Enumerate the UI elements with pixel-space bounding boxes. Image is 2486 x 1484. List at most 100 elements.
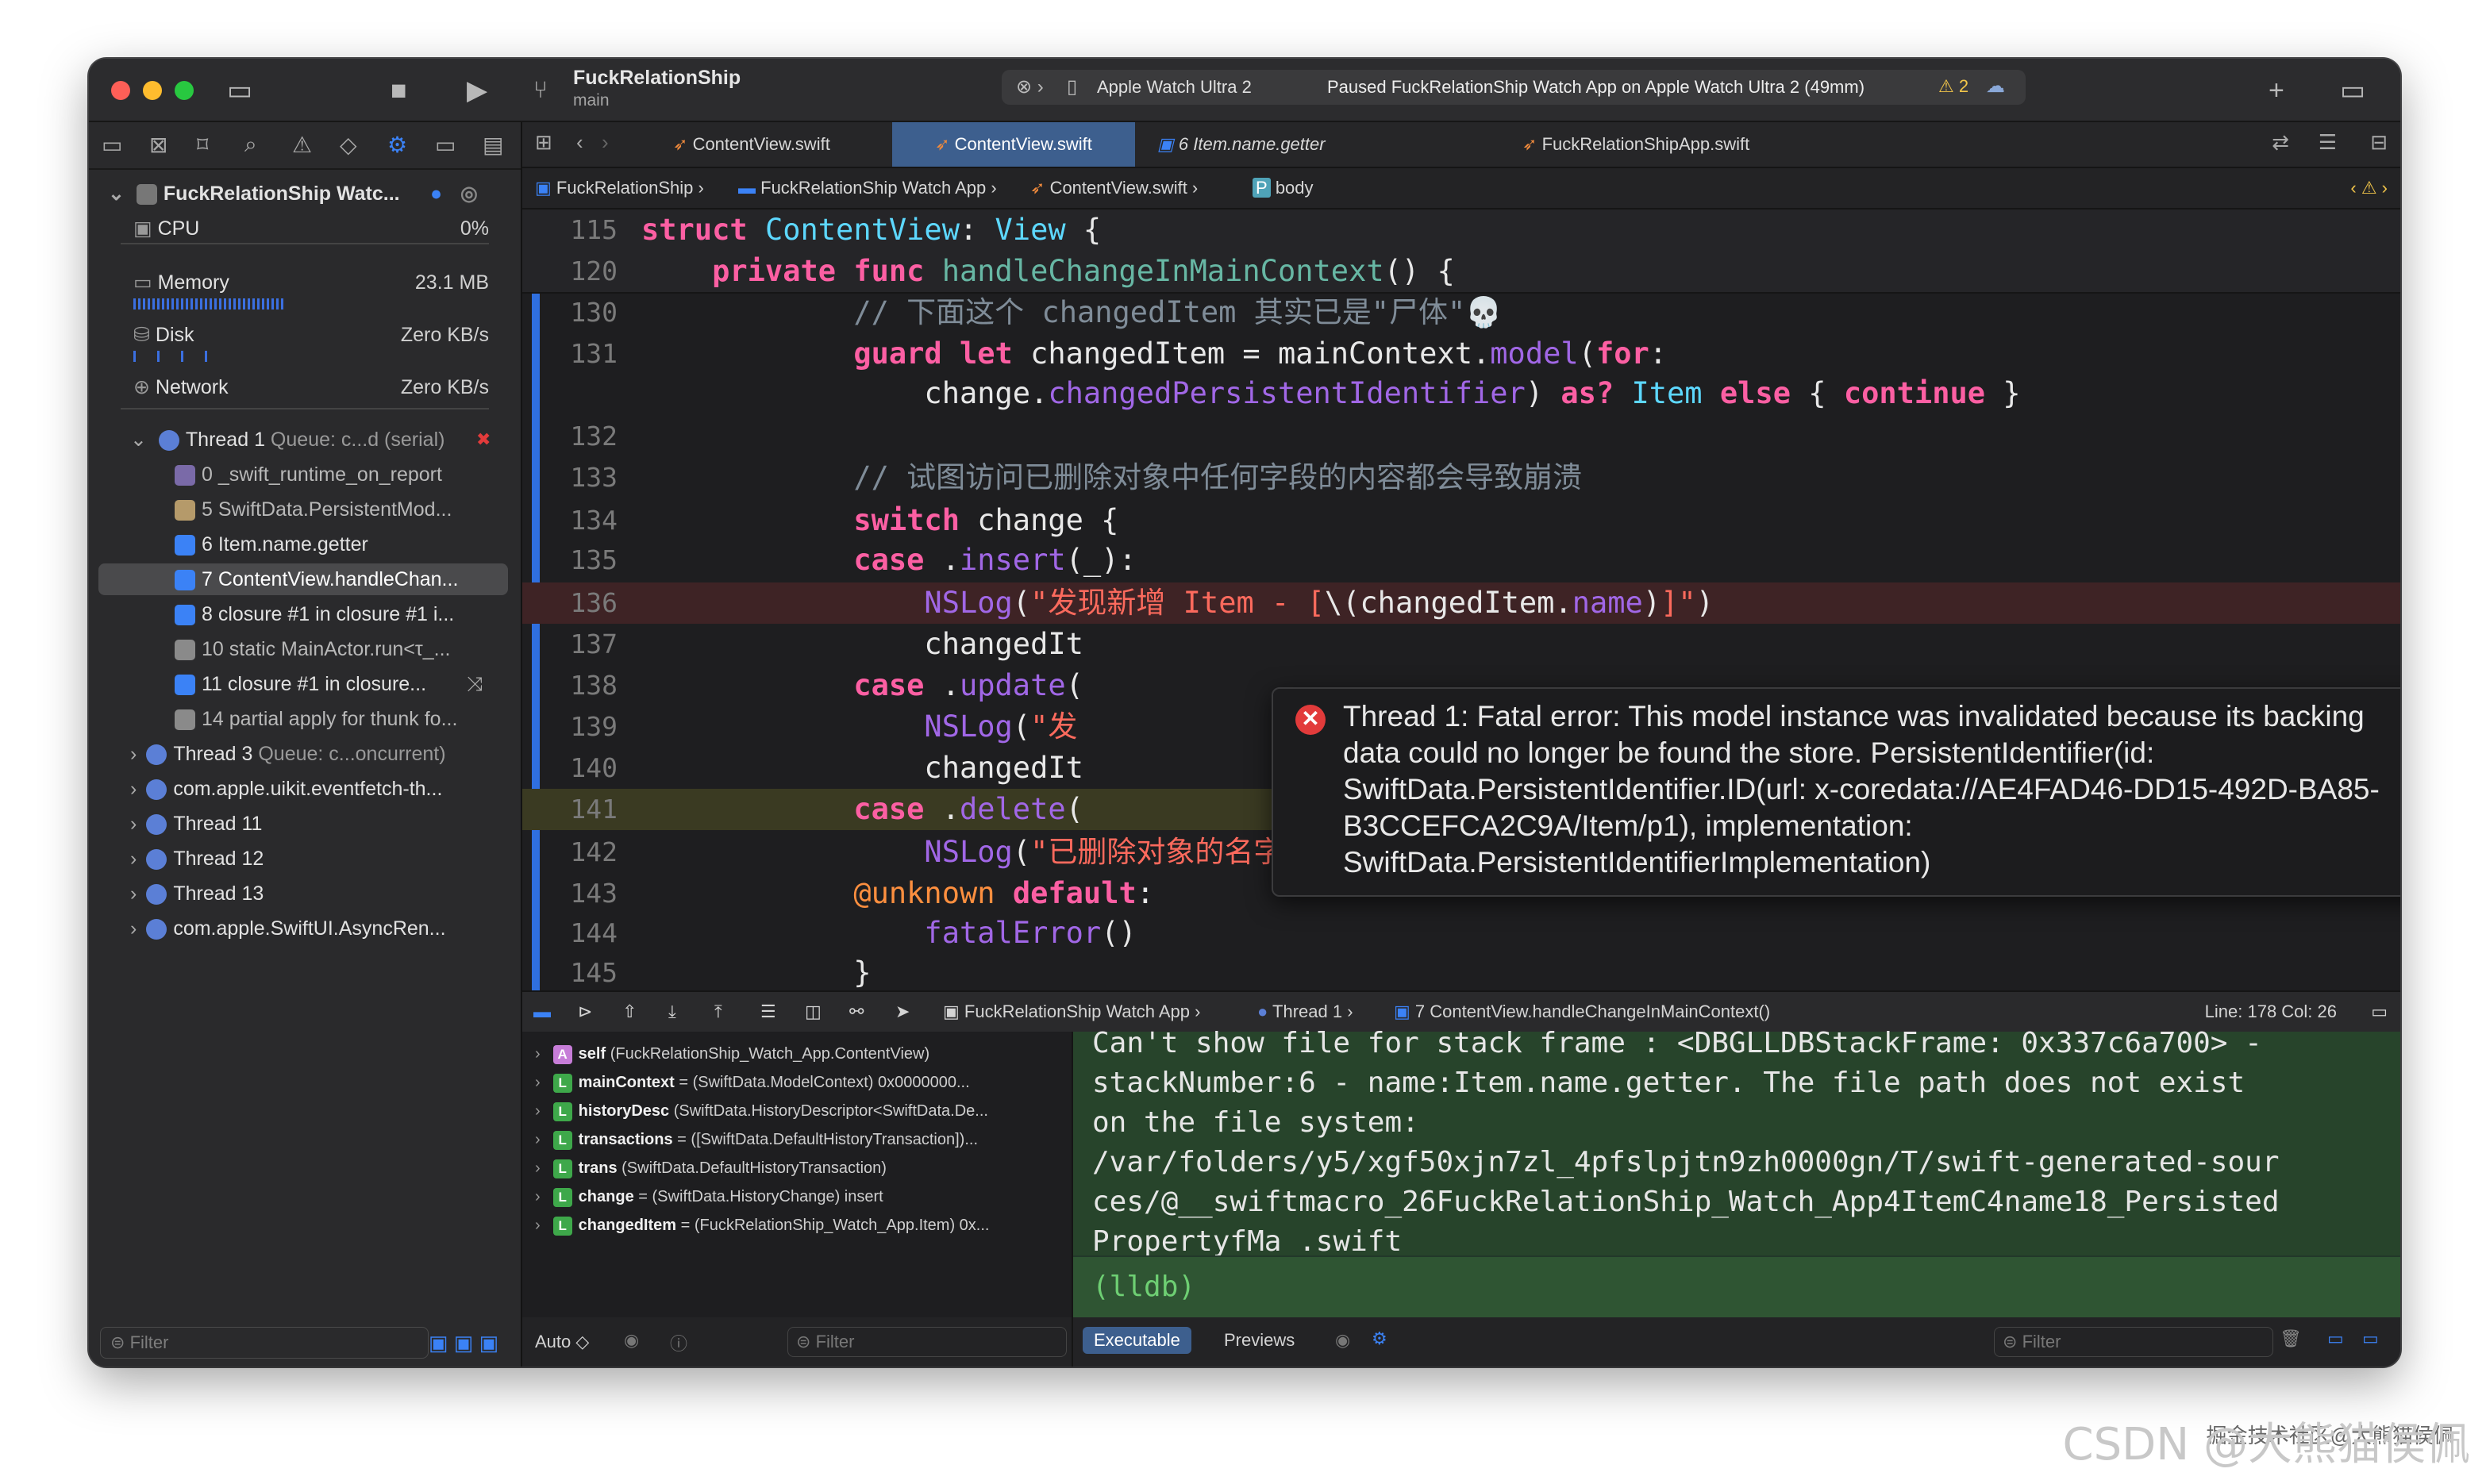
disclosure-icon[interactable]: › bbox=[130, 743, 137, 765]
frame-row-selected[interactable]: 7 ContentView.handleChan... bbox=[98, 563, 508, 595]
frame-row[interactable]: 14 partial apply for thunk fo... bbox=[89, 703, 521, 735]
disclosure-icon[interactable]: ⌄ bbox=[108, 183, 125, 205]
variable-row[interactable]: › Lchange = (SwiftData.HistoryChange) ins… bbox=[535, 1182, 883, 1211]
continue-icon[interactable]: ⇧ bbox=[622, 992, 637, 1032]
disclosure-icon[interactable]: › bbox=[535, 1131, 541, 1148]
minimize-window-button[interactable] bbox=[143, 81, 162, 100]
view-hierarchy-icon[interactable]: ◫ bbox=[805, 992, 822, 1032]
thread-row[interactable]: › com.apple.uikit.eventfetch-th... bbox=[89, 773, 521, 805]
thread-row[interactable]: › Thread 11 bbox=[89, 808, 521, 840]
stop-icon[interactable]: ■ bbox=[391, 75, 407, 106]
tab-previews[interactable]: Previews bbox=[1224, 1330, 1295, 1351]
thread-row[interactable]: › Thread 12 bbox=[89, 843, 521, 875]
thread-row[interactable]: › Thread 3 Queue: c...oncurrent) bbox=[89, 738, 521, 770]
fatal-error-popover[interactable]: ✕ Thread 1: Fatal error: This model inst… bbox=[1272, 687, 2400, 897]
test-icon[interactable]: ◇ bbox=[340, 132, 357, 158]
frame-row[interactable]: 8 closure #1 in closure #1 i... bbox=[89, 598, 521, 630]
thread-row[interactable]: › com.apple.SwiftUI.AsyncRen... bbox=[89, 913, 521, 944]
eye-icon[interactable]: ◉ bbox=[1335, 1330, 1350, 1351]
show-console-icon[interactable]: ▭ bbox=[2362, 1328, 2379, 1349]
sidebar-toggle-icon[interactable]: ▭ bbox=[227, 75, 252, 106]
back-icon[interactable]: ‹ bbox=[576, 130, 583, 155]
info-icon[interactable]: ⓘ bbox=[670, 1330, 687, 1355]
eye-icon[interactable]: ◉ bbox=[624, 1330, 639, 1351]
folder-icon[interactable]: ▭ bbox=[102, 132, 122, 158]
report-icon[interactable]: ▤ bbox=[483, 132, 503, 158]
grid-icon[interactable]: ⊞ bbox=[535, 130, 552, 155]
disclosure-icon[interactable]: ⌄ bbox=[130, 429, 147, 451]
lldb-prompt[interactable]: (lldb) bbox=[1073, 1255, 2400, 1319]
jump-project[interactable]: ▣ FuckRelationShip › bbox=[535, 168, 704, 208]
forward-icon[interactable]: › bbox=[602, 130, 609, 155]
filter-options-icon[interactable]: ▣ ▣ ▣ bbox=[429, 1331, 498, 1355]
close-window-button[interactable] bbox=[111, 81, 130, 100]
variable-row[interactable]: › LmainContext = (SwiftData.ModelContext)… bbox=[535, 1068, 970, 1097]
issue-icon[interactable]: ⚠ bbox=[292, 132, 312, 158]
toggle-console-icon[interactable]: ▬ bbox=[533, 992, 551, 1032]
zoom-window-button[interactable] bbox=[175, 81, 194, 100]
source-control-icon[interactable]: ⊠ bbox=[149, 132, 167, 158]
step-into-icon[interactable]: ⤒ bbox=[714, 992, 722, 1032]
disclosure-icon[interactable]: › bbox=[130, 848, 137, 870]
gauge-memory[interactable]: ▭ Memory 23.1 MB bbox=[89, 267, 521, 298]
navigator-filter[interactable]: ⊜ Filter bbox=[100, 1327, 429, 1359]
console-options-icon[interactable]: ⚙ bbox=[1372, 1328, 1387, 1349]
tab-item-name-getter[interactable]: ▣ 6 Item.name.getter bbox=[1157, 122, 1395, 167]
disclosure-icon[interactable]: › bbox=[130, 778, 137, 800]
frame-row[interactable]: 0 _swift_runtime_on_report bbox=[89, 459, 521, 490]
location-icon[interactable]: ➤ bbox=[895, 992, 910, 1032]
scheme-icon[interactable]: ⊗ › bbox=[1016, 75, 1044, 98]
step-out-icon[interactable]: ☰ bbox=[760, 992, 776, 1032]
frame-row[interactable]: 10 static MainActor.run<τ_... bbox=[89, 633, 521, 665]
hide-debug-area-icon[interactable]: ▭ bbox=[2371, 992, 2388, 1032]
console-output[interactable]: Can't show file for stack frame : <DBGLL… bbox=[1073, 1027, 2400, 1319]
variable-row[interactable]: › Ltrans (SwiftData.DefaultHistoryTransac… bbox=[535, 1154, 887, 1182]
editor-options-icon[interactable]: ☰ bbox=[2319, 130, 2337, 155]
step-over-icon[interactable]: ⤓ bbox=[668, 992, 676, 1032]
jump-file[interactable]: ➶ ContentView.swift › bbox=[1030, 168, 1198, 208]
run-icon[interactable]: ▶ bbox=[467, 75, 487, 106]
gauge-network[interactable]: ⊕ Network Zero KB/s bbox=[89, 371, 521, 403]
scope-popup[interactable]: Auto ◇ bbox=[535, 1332, 589, 1352]
frame-row[interactable]: 6 Item.name.getter bbox=[89, 529, 521, 560]
disclosure-icon[interactable]: › bbox=[535, 1074, 541, 1091]
variables-filter[interactable]: ⊜ Filter bbox=[787, 1327, 1067, 1357]
inspector-toggle-icon[interactable]: ▭ bbox=[2340, 75, 2365, 106]
jump-symbol[interactable]: P body bbox=[1253, 168, 1314, 208]
tab-executable[interactable]: Executable bbox=[1083, 1327, 1191, 1354]
run-destination[interactable]: Apple Watch Ultra 2 bbox=[1097, 77, 1256, 98]
debug-icon[interactable]: ⚙ bbox=[387, 132, 407, 158]
variable-row[interactable]: › LhistoryDesc (SwiftData.HistoryDescript… bbox=[535, 1097, 988, 1125]
disclosure-icon[interactable]: › bbox=[130, 917, 137, 940]
disclosure-icon[interactable]: › bbox=[535, 1217, 541, 1234]
warning-count[interactable]: ⚠ 2 bbox=[1938, 76, 1968, 97]
disclosure-icon[interactable]: › bbox=[535, 1045, 541, 1063]
memory-graph-icon[interactable]: ⚯ bbox=[849, 992, 864, 1032]
tab-contentview-active[interactable]: ➶ ContentView.swift bbox=[892, 122, 1135, 167]
related-items-icon[interactable]: ⇄ bbox=[2272, 130, 2289, 155]
disclosure-icon[interactable]: › bbox=[130, 813, 137, 835]
breakpoint-icon[interactable]: ▭ bbox=[435, 132, 456, 158]
bookmark-icon[interactable]: ⌑ bbox=[197, 132, 208, 158]
trash-icon[interactable]: 🗑 bbox=[2280, 1328, 2302, 1349]
project-title[interactable]: FuckRelationShip main bbox=[573, 67, 741, 110]
gauge-disk[interactable]: ⛁ Disk Zero KB/s bbox=[89, 319, 521, 351]
thread-row[interactable]: › Thread 13 bbox=[89, 878, 521, 909]
gauge-cpu[interactable]: ▣ CPU 0% bbox=[89, 213, 521, 244]
jump-folder[interactable]: ▬ FuckRelationShip Watch App › bbox=[738, 168, 997, 208]
breakpoints-toggle-icon[interactable]: ⊳ bbox=[578, 992, 592, 1032]
add-icon[interactable]: + bbox=[2269, 75, 2284, 106]
variable-row[interactable]: › Aself (FuckRelationShip_Watch_App.Conte… bbox=[535, 1040, 929, 1068]
disclosure-icon[interactable]: › bbox=[535, 1159, 541, 1177]
code-area[interactable]: 115 struct ContentView: View { 120 privat… bbox=[522, 210, 2400, 1051]
disclosure-icon[interactable]: › bbox=[535, 1188, 541, 1205]
tab-contentview[interactable]: ➶ ContentView.swift bbox=[673, 122, 848, 167]
issue-navigation-icon[interactable]: ‹ ⚠ › bbox=[2350, 168, 2388, 208]
info-icon[interactable]: ● bbox=[430, 178, 442, 210]
disclosure-icon[interactable]: › bbox=[130, 882, 137, 905]
disclosure-icon[interactable]: › bbox=[535, 1102, 541, 1120]
pause-process-icon[interactable]: ◎ bbox=[460, 178, 478, 210]
thread-row-1[interactable]: ⌄ Thread 1 Queue: c...d (serial) ✖ bbox=[89, 424, 521, 456]
tab-app[interactable]: ➶ FuckRelationShipApp.swift bbox=[1522, 122, 1840, 167]
process-row[interactable]: ⌄ FuckRelationShip Watc... ● ◎ bbox=[89, 178, 521, 210]
